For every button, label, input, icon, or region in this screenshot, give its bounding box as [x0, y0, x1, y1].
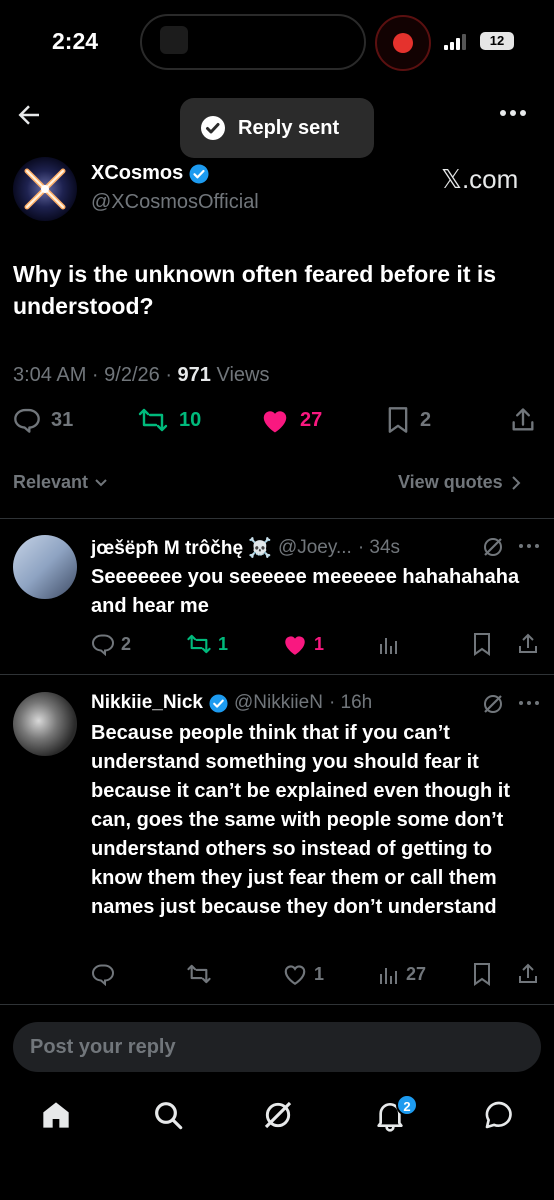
reply-header: jœšëpħ M trôčhę ☠️ @Joey... · 34s — [91, 536, 400, 560]
heart-outline-icon — [282, 962, 308, 986]
analytics-icon — [378, 632, 400, 656]
reply-repost-button[interactable]: 1 — [186, 632, 228, 656]
reply-avatar[interactable] — [13, 535, 77, 599]
bookmark-icon — [472, 632, 492, 656]
reply-icon — [91, 962, 115, 986]
author-name-row[interactable]: XCosmos — [91, 162, 209, 185]
reply-views-button[interactable] — [378, 632, 406, 656]
repost-count: 10 — [179, 408, 202, 431]
reply-header: Nikkiie_Nick @NikkiieN · 16h — [91, 692, 372, 714]
grok-icon[interactable] — [481, 692, 505, 716]
reply-time: · 16h — [328, 692, 373, 713]
bookmark-icon — [472, 962, 492, 986]
share-icon — [516, 962, 540, 986]
view-quotes-label: View quotes — [398, 472, 503, 492]
source-tag[interactable]: 𝕏.com — [441, 164, 518, 195]
sort-replies-dropdown[interactable]: Relevant — [13, 472, 108, 493]
reply-more-icon[interactable] — [518, 697, 540, 709]
more-options-icon[interactable] — [498, 103, 528, 123]
bookmark-button[interactable]: 2 — [386, 406, 431, 434]
reply-button[interactable]: 31 — [13, 406, 73, 434]
reply-bookmark-button[interactable] — [472, 632, 492, 656]
reply-author-name[interactable]: Nikkiie_Nick — [91, 692, 203, 714]
reply-author-name[interactable]: jœšëpħ M trôčhę ☠️ — [91, 536, 272, 560]
divider — [0, 674, 554, 675]
views-count: 27 — [406, 963, 427, 984]
reply-reply-button[interactable] — [91, 962, 121, 986]
reply-icon — [91, 632, 115, 656]
heart-filled-icon — [282, 632, 308, 656]
verified-badge-icon — [189, 164, 209, 184]
reply-icon — [13, 406, 41, 434]
post-text: Why is the unknown often feared before i… — [13, 261, 497, 319]
grok-icon[interactable] — [481, 535, 505, 559]
bookmark-icon — [386, 406, 410, 434]
reply-reply-button[interactable]: 2 — [91, 632, 131, 656]
reply-like-button[interactable]: 1 — [282, 962, 324, 986]
post-timestamp: 3:04 AM · 9/2/26 · — [13, 364, 172, 386]
verified-badge-icon — [209, 693, 228, 713]
reply-count: 31 — [51, 408, 74, 431]
reply-author-handle[interactable]: @NikkiieN — [234, 692, 323, 714]
bookmark-count: 2 — [420, 408, 432, 431]
author-handle[interactable]: @XCosmosOfficial — [91, 191, 259, 214]
reply-composer[interactable] — [13, 1022, 541, 1072]
reply-sent-toast: Reply sent — [180, 98, 374, 158]
repost-icon — [186, 962, 212, 986]
reply-share-button[interactable] — [516, 962, 540, 986]
reply-like-button[interactable]: 1 — [282, 632, 324, 656]
reply-input[interactable] — [30, 1035, 541, 1059]
analytics-icon — [378, 962, 400, 986]
divider — [0, 518, 554, 519]
status-time: 2:24 — [52, 28, 99, 54]
author-avatar[interactable] — [13, 157, 77, 221]
repost-button[interactable]: 10 — [137, 406, 201, 434]
repost-icon — [186, 632, 212, 656]
back-arrow-icon[interactable] — [14, 100, 44, 130]
notifications-badge: 2 — [396, 1094, 418, 1116]
sort-label: Relevant — [13, 472, 89, 492]
nav-grok-icon[interactable] — [262, 1098, 294, 1132]
nav-home-icon[interactable] — [40, 1098, 72, 1132]
check-circle-icon — [200, 115, 226, 141]
view-quotes-link[interactable]: View quotes — [398, 472, 521, 493]
reply-count: 2 — [121, 633, 132, 654]
like-count: 27 — [300, 408, 323, 431]
reply-more-icon[interactable] — [518, 540, 540, 552]
share-icon — [516, 632, 540, 656]
reply-text: Seeeeeee you seeeeee meeeeee hahahahaha … — [91, 566, 520, 617]
like-count: 1 — [314, 963, 325, 984]
views-label: Views — [216, 364, 270, 386]
like-count: 1 — [314, 633, 325, 654]
reply-bookmark-button[interactable] — [472, 962, 492, 986]
nav-search-icon[interactable] — [152, 1098, 184, 1132]
like-button[interactable]: 27 — [260, 406, 322, 434]
reply-time: · 34s — [357, 537, 401, 558]
chevron-right-icon — [511, 475, 521, 491]
repost-count: 1 — [218, 633, 229, 654]
share-icon — [509, 406, 537, 434]
reply-text: Because people think that if you can’t u… — [91, 722, 510, 918]
reply-avatar[interactable] — [13, 692, 77, 756]
reply-author-handle[interactable]: @Joey... — [278, 537, 352, 559]
island-thumbnail — [160, 26, 188, 54]
reply-repost-button[interactable] — [186, 962, 218, 986]
battery-icon: 12 — [480, 32, 514, 50]
record-dot-icon — [393, 33, 413, 53]
reply-views-button[interactable]: 27 — [378, 962, 426, 986]
heart-filled-icon — [260, 406, 290, 434]
divider — [0, 1004, 554, 1005]
post-meta: 3:04 AM · 9/2/26 · 971 Views — [13, 364, 269, 387]
author-name[interactable]: XCosmos — [91, 162, 183, 185]
views-count[interactable]: 971 — [178, 364, 211, 386]
signal-icon — [444, 34, 470, 50]
toast-text: Reply sent — [238, 116, 340, 139]
chevron-down-icon — [94, 478, 108, 488]
repost-icon — [137, 406, 169, 434]
post-action-bar: 31 10 27 2 — [13, 406, 541, 442]
reply-share-button[interactable] — [516, 632, 540, 656]
share-button[interactable] — [509, 406, 537, 434]
nav-messages-icon[interactable] — [483, 1098, 515, 1132]
